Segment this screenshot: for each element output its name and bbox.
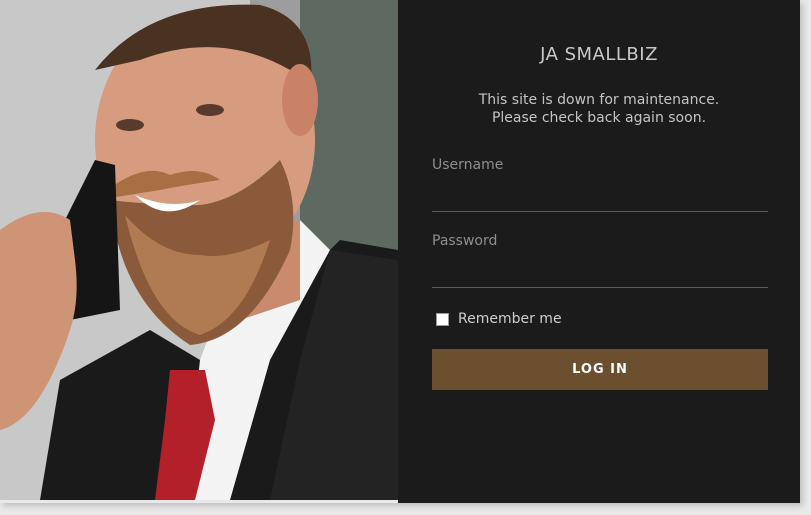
login-panel: JA SMALLBIZ This site is down for mainte… [398,0,800,503]
businessman-on-phone-image [0,0,398,500]
maintenance-page: JA SMALLBIZ This site is down for mainte… [0,0,800,503]
maintenance-line-2: Please check back again soon. [491,110,707,126]
remember-me-row[interactable]: Remember me [436,311,562,327]
username-field-group: Username [432,157,768,212]
password-field-group: Password [432,233,768,288]
checkbox-icon[interactable] [436,312,449,326]
hero-photo [0,0,398,500]
password-label: Password [432,233,498,249]
site-title: JA SMALLBIZ [540,44,658,65]
password-input[interactable] [432,261,768,288]
remember-me-label: Remember me [458,311,562,327]
username-label: Username [432,157,504,173]
maintenance-message: This site is down for maintenance. Pleas… [398,91,800,127]
login-button[interactable]: LOG IN [432,349,768,390]
maintenance-line-1: This site is down for maintenance. [478,92,720,108]
username-input[interactable] [432,185,768,212]
